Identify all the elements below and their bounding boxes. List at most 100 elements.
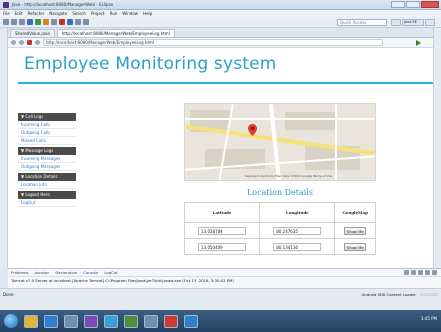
menu-bar: File Edit Refactor Navigate Search Proje… bbox=[0, 10, 441, 17]
cell-map: Show Me bbox=[334, 238, 376, 255]
tab-logcat[interactable]: LogCat bbox=[104, 270, 117, 275]
right-trim bbox=[433, 28, 441, 268]
col-longitude: Longitude bbox=[259, 202, 336, 223]
refresh-icon[interactable] bbox=[35, 40, 40, 45]
map-attribution: Keyboard shortcuts Map data ©2016 Google… bbox=[245, 174, 333, 178]
tab-declaration[interactable]: Declaration bbox=[55, 270, 77, 275]
run-icon[interactable] bbox=[35, 19, 41, 25]
perspective-java-ee[interactable]: Java EE bbox=[402, 19, 424, 26]
col-googlemap: GoogleMap bbox=[334, 202, 376, 223]
search-icon[interactable] bbox=[67, 19, 73, 25]
taskbar-app-icon[interactable] bbox=[64, 314, 78, 328]
sidebar-header-message-logs[interactable]: ▼ Message Logs bbox=[18, 147, 76, 155]
taskbar-app-icon[interactable] bbox=[184, 314, 198, 328]
status-loader-text: Android SDK Content Loader bbox=[361, 292, 416, 297]
terminate-icon[interactable] bbox=[404, 270, 409, 275]
back-icon[interactable] bbox=[75, 19, 81, 25]
close-button[interactable] bbox=[421, 1, 439, 8]
menu-refactor[interactable]: Refactor bbox=[27, 11, 44, 16]
latitude-value: 13.050409 bbox=[198, 242, 247, 251]
menu-edit[interactable]: Edit bbox=[15, 11, 23, 16]
menu-project[interactable]: Project bbox=[91, 11, 105, 16]
google-map[interactable]: Keyboard shortcuts Map data ©2016 Google… bbox=[184, 103, 376, 181]
url-field[interactable] bbox=[43, 39, 383, 46]
menu-navigate[interactable]: Navigate bbox=[49, 11, 67, 16]
sidebar-item-logout[interactable]: LogOut bbox=[18, 199, 76, 207]
minimize-view-icon[interactable] bbox=[432, 270, 437, 275]
perspective-switcher: Java EE bbox=[391, 19, 436, 26]
sidebar-item-outgoing-calls[interactable]: Outgoing Calls bbox=[18, 129, 76, 137]
clock[interactable]: 3:45 PM bbox=[421, 316, 437, 321]
tab-console[interactable]: Console bbox=[83, 270, 98, 275]
status-bar: Done Android SDK Content Loader bbox=[0, 288, 441, 310]
cell-map: Show Me bbox=[334, 222, 376, 239]
editor-tab-bar: SharedValue.java http://localhost:8080/M… bbox=[8, 28, 433, 38]
tab-shared-value-java[interactable]: SharedValue.java bbox=[10, 29, 55, 37]
map-block bbox=[285, 112, 335, 130]
status-text: Done bbox=[3, 292, 14, 297]
show-me-button[interactable]: Show Me bbox=[344, 242, 367, 251]
location-details-title: Location Details bbox=[246, 188, 314, 197]
show-me-button[interactable]: Show Me bbox=[344, 226, 367, 235]
eclipse-taskbar-icon[interactable] bbox=[84, 314, 98, 328]
clear-console-icon[interactable] bbox=[411, 270, 416, 275]
tab-problems[interactable]: Problems bbox=[11, 270, 29, 275]
print-icon[interactable] bbox=[19, 19, 25, 25]
pin-console-icon[interactable] bbox=[425, 270, 430, 275]
sidebar-item-incoming-messages[interactable]: Incoming Messages bbox=[18, 155, 76, 163]
sidebar-header-location[interactable]: ▼ Location Details bbox=[18, 173, 76, 181]
explorer-icon[interactable] bbox=[24, 314, 38, 328]
media-player-icon[interactable] bbox=[44, 314, 58, 328]
sidebar-item-incoming-calls[interactable]: Incoming Calls bbox=[18, 121, 76, 129]
tab-employee-log-browser[interactable]: http://localhost:8080/ManagerWeb/Employe… bbox=[56, 29, 175, 37]
maximize-button[interactable] bbox=[406, 1, 420, 8]
open-perspective-icon[interactable] bbox=[391, 19, 401, 26]
sidebar-header-call-logs[interactable]: ▼ Call Logs bbox=[18, 113, 76, 121]
forward-arrow-icon[interactable] bbox=[19, 40, 24, 45]
table-header-row: Latitude Longitude GoogleMap bbox=[183, 202, 376, 223]
status-progress bbox=[420, 293, 438, 296]
console-tab-bar: Problems Javadoc Declaration Console Log… bbox=[8, 269, 441, 277]
go-icon[interactable] bbox=[416, 40, 421, 46]
save-icon[interactable] bbox=[11, 19, 17, 25]
table-row: 13.050409 80.134136 Show Me bbox=[183, 238, 376, 255]
menu-file[interactable]: File bbox=[3, 11, 10, 16]
taskbar-app-icon[interactable] bbox=[144, 314, 158, 328]
eclipse-icon bbox=[3, 1, 9, 8]
start-orb-icon[interactable] bbox=[4, 314, 18, 328]
pdf-reader-icon[interactable] bbox=[164, 314, 178, 328]
sidebar-header-logout[interactable]: ▼ Logout Here bbox=[18, 191, 76, 199]
minimize-button[interactable] bbox=[391, 1, 405, 8]
map-road bbox=[185, 118, 375, 120]
cell-latitude: 13.028784 bbox=[183, 222, 261, 239]
page-title: Employee Monitoring system bbox=[24, 54, 277, 74]
browser-taskbar-icon[interactable] bbox=[104, 314, 118, 328]
new-icon[interactable] bbox=[3, 19, 9, 25]
menu-window[interactable]: Window bbox=[122, 11, 138, 16]
stop-icon[interactable] bbox=[27, 40, 32, 45]
sidebar-item-missed-calls[interactable]: Missed Calls bbox=[18, 137, 76, 145]
taskbar-app-icon[interactable] bbox=[124, 314, 138, 328]
tab-javadoc[interactable]: Javadoc bbox=[35, 270, 50, 275]
forward-icon[interactable] bbox=[83, 19, 89, 25]
location-table: Latitude Longitude GoogleMap 13.028784 8… bbox=[183, 202, 376, 255]
external-tools-icon[interactable] bbox=[43, 19, 49, 25]
back-arrow-icon[interactable] bbox=[11, 40, 16, 45]
quick-access-input[interactable]: Quick Access bbox=[337, 19, 387, 26]
window-controls bbox=[390, 1, 439, 8]
scroll-lock-icon[interactable] bbox=[418, 270, 423, 275]
sidebar-item-outgoing-messages[interactable]: Outgoing Messages bbox=[18, 163, 76, 171]
menu-help[interactable]: Help bbox=[143, 11, 152, 16]
sidebar-item-location-info[interactable]: Location Info bbox=[18, 181, 76, 189]
cell-longitude: 80.247635 bbox=[259, 222, 336, 239]
new-class-icon[interactable] bbox=[51, 19, 57, 25]
menu-search[interactable]: Search bbox=[72, 11, 86, 16]
server-icon[interactable] bbox=[59, 19, 65, 25]
windows-taskbar: 3:45 PM bbox=[0, 310, 441, 332]
debug-icon[interactable] bbox=[27, 19, 33, 25]
map-marker-icon[interactable] bbox=[248, 124, 257, 136]
map-road bbox=[335, 104, 337, 180]
longitude-value: 80.247635 bbox=[273, 226, 322, 235]
menu-run[interactable]: Run bbox=[110, 11, 118, 16]
perspective-java-icon[interactable] bbox=[425, 19, 435, 26]
